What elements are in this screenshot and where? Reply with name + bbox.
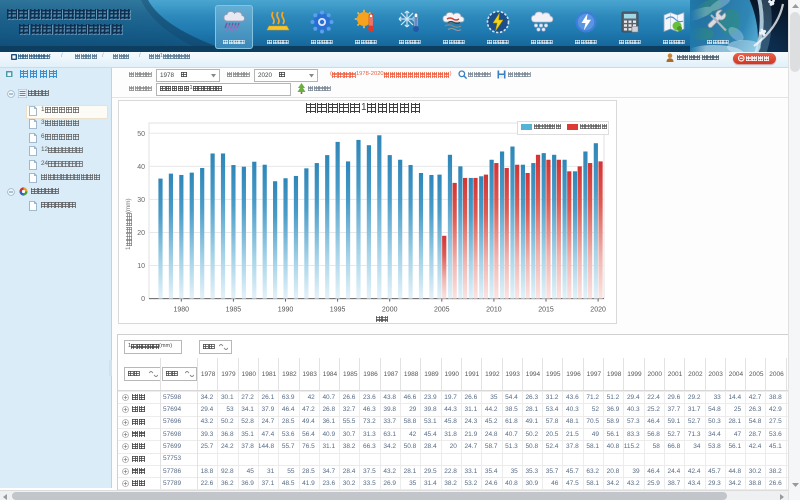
- svg-text:40: 40: [137, 164, 145, 171]
- svg-text:1990: 1990: [278, 307, 294, 314]
- svg-text:2005: 2005: [434, 307, 450, 314]
- svg-text:2020: 2020: [590, 307, 606, 314]
- svg-text:2000: 2000: [382, 307, 398, 314]
- svg-text:50: 50: [137, 131, 145, 138]
- svg-text:0: 0: [141, 296, 145, 303]
- svg-text:2015: 2015: [538, 307, 554, 314]
- svg-text:10: 10: [137, 263, 145, 270]
- svg-text:1995: 1995: [330, 307, 346, 314]
- svg-text:1985: 1985: [226, 307, 242, 314]
- svg-text:2010: 2010: [486, 307, 502, 314]
- svg-text:1980: 1980: [174, 307, 190, 314]
